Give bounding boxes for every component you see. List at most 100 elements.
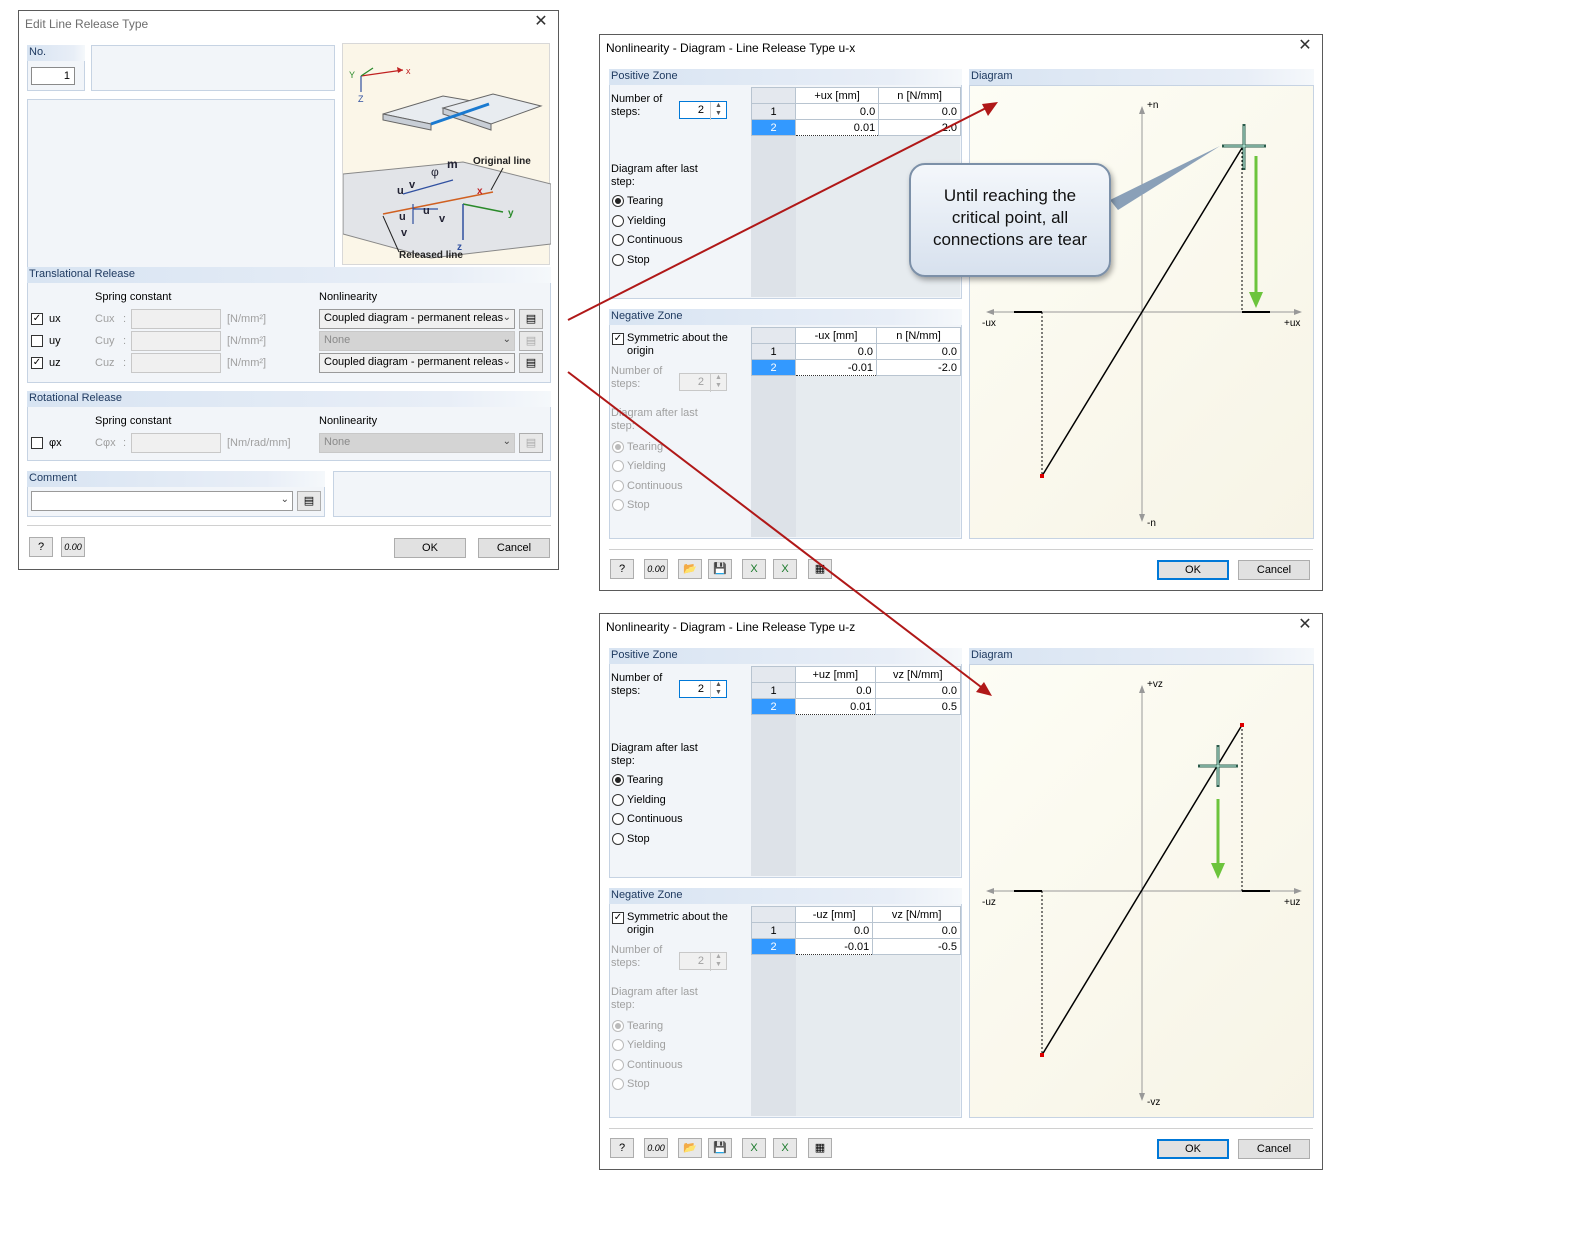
chevron-down-icon: ⌄ bbox=[502, 356, 511, 367]
excel-import-icon[interactable]: X bbox=[773, 1138, 797, 1158]
cux-label: Cux bbox=[95, 313, 115, 325]
units-icon[interactable]: 0.00 bbox=[61, 537, 85, 557]
phix-checkbox[interactable] bbox=[31, 437, 43, 449]
col-header: -ux [mm] bbox=[795, 327, 877, 344]
table-row: 1 0.0 0.0 bbox=[751, 103, 961, 120]
continuous-radio[interactable] bbox=[612, 1059, 624, 1071]
cancel-button[interactable]: Cancel bbox=[1238, 1139, 1310, 1159]
cphix-label: Cφx bbox=[95, 437, 116, 449]
help-icon[interactable]: ? bbox=[610, 559, 634, 579]
yielding-radio[interactable] bbox=[612, 215, 624, 227]
continuous-radio[interactable] bbox=[612, 480, 624, 492]
ok-button[interactable]: OK bbox=[394, 538, 466, 558]
excel-export-icon[interactable]: X bbox=[742, 559, 766, 579]
stop-radio[interactable] bbox=[612, 833, 624, 845]
stop-radio[interactable] bbox=[612, 499, 624, 511]
ok-button[interactable]: OK bbox=[1157, 560, 1229, 580]
cux-unit: [N/mm²] bbox=[227, 313, 267, 325]
close-icon[interactable]: ✕ bbox=[532, 13, 550, 31]
y-axis-label: Y bbox=[349, 70, 355, 80]
edit-diagram-button-disabled[interactable]: ▤ bbox=[519, 433, 543, 453]
tearing-radio[interactable] bbox=[612, 774, 624, 786]
negative-zone-table[interactable]: -uz [mm] vz [N/mm] 1 0.0 0.0 2 -0.01 -0.5 bbox=[751, 906, 961, 955]
comment-field[interactable]: ⌄ bbox=[31, 491, 293, 511]
cancel-button[interactable]: Cancel bbox=[478, 538, 550, 558]
negative-zone-table[interactable]: -ux [mm] n [N/mm] 1 0.0 0.0 2 -0.01 -2.0 bbox=[751, 327, 961, 376]
uy-checkbox[interactable] bbox=[31, 335, 43, 347]
uz-label: uz bbox=[49, 357, 61, 369]
steps-spinner[interactable]: ▲ ▼ bbox=[710, 374, 726, 392]
cuz-field[interactable] bbox=[131, 353, 221, 373]
diagram-title: Diagram bbox=[969, 69, 1314, 85]
uy-label: uy bbox=[49, 335, 61, 347]
help-icon[interactable]: ? bbox=[29, 537, 53, 557]
ok-button[interactable]: OK bbox=[1157, 1139, 1229, 1159]
yielding-radio[interactable] bbox=[612, 1039, 624, 1051]
cux-field[interactable] bbox=[131, 309, 221, 329]
ux-nonlinearity-select[interactable]: Coupled diagram - permanent releas ⌄ bbox=[319, 309, 515, 329]
save-icon[interactable]: 💾 bbox=[708, 1138, 732, 1158]
svg-text:v: v bbox=[439, 213, 446, 225]
symmetric-checkbox[interactable]: ✓ bbox=[612, 912, 624, 924]
after-last-step-label: Diagram after last step: bbox=[611, 742, 698, 767]
continuous-radio[interactable] bbox=[612, 234, 624, 246]
axis-top-label: +vz bbox=[1147, 679, 1163, 690]
close-icon[interactable]: ✕ bbox=[1296, 616, 1314, 634]
steps-spinner[interactable]: ▲ ▼ bbox=[710, 953, 726, 971]
svg-text:v: v bbox=[409, 179, 416, 191]
tearing-radio[interactable] bbox=[612, 1020, 624, 1032]
cuy-field[interactable] bbox=[131, 331, 221, 351]
x-axis-label: x bbox=[406, 66, 411, 76]
comment-library-button[interactable]: ▤ bbox=[297, 491, 321, 511]
steps-spinner[interactable]: ▲ ▼ bbox=[710, 102, 726, 120]
steps-spinner[interactable]: ▲ ▼ bbox=[710, 681, 726, 699]
chevron-down-icon: ⌄ bbox=[502, 334, 511, 345]
continuous-label: Continuous bbox=[627, 480, 683, 492]
calculator-icon[interactable]: ▦ bbox=[808, 559, 832, 579]
yielding-label: Yielding bbox=[627, 460, 666, 472]
col-header: +ux [mm] bbox=[794, 87, 880, 104]
phix-nonlinearity-select[interactable]: None ⌄ bbox=[319, 433, 515, 453]
tearing-radio[interactable] bbox=[612, 441, 624, 453]
positive-zone-table[interactable]: +uz [mm] vz [N/mm] 1 0.0 0.0 2 0.01 0.5 bbox=[751, 666, 961, 715]
name-field[interactable] bbox=[91, 45, 335, 91]
excel-import-icon[interactable]: X bbox=[773, 559, 797, 579]
uy-nonlinearity-select[interactable]: None ⌄ bbox=[319, 331, 515, 351]
ux-label: ux bbox=[49, 313, 61, 325]
calculator-icon[interactable]: ▦ bbox=[808, 1138, 832, 1158]
no-field[interactable]: 1 bbox=[31, 67, 75, 85]
uz-checkbox[interactable]: ✓ bbox=[31, 357, 43, 369]
edit-diagram-button[interactable]: ▤ bbox=[519, 353, 543, 373]
units-icon[interactable]: 0.00 bbox=[644, 559, 668, 579]
stop-radio[interactable] bbox=[612, 254, 624, 266]
released-line-label: Released line bbox=[399, 250, 463, 261]
tearing-radio[interactable] bbox=[612, 195, 624, 207]
yielding-radio[interactable] bbox=[612, 794, 624, 806]
uz-nonlinearity-select[interactable]: Coupled diagram - permanent releas ⌄ bbox=[319, 353, 515, 373]
stop-radio[interactable] bbox=[612, 1078, 624, 1090]
yielding-radio[interactable] bbox=[612, 460, 624, 472]
help-icon[interactable]: ? bbox=[610, 1138, 634, 1158]
phix-label: φx bbox=[49, 437, 62, 449]
continuous-label: Continuous bbox=[627, 813, 683, 825]
open-icon[interactable]: 📂 bbox=[678, 1138, 702, 1158]
excel-export-icon[interactable]: X bbox=[742, 1138, 766, 1158]
rotational-release-title: Rotational Release bbox=[27, 391, 551, 407]
svg-text:u: u bbox=[399, 211, 406, 223]
save-icon[interactable]: 💾 bbox=[708, 559, 732, 579]
close-icon[interactable]: ✕ bbox=[1296, 37, 1314, 55]
continuous-label: Continuous bbox=[627, 234, 683, 246]
ux-checkbox[interactable]: ✓ bbox=[31, 313, 43, 325]
positive-zone-table[interactable]: +ux [mm] n [N/mm] 1 0.0 0.0 2 0.01 2.0 bbox=[751, 87, 961, 136]
stop-label: Stop bbox=[627, 833, 650, 845]
open-icon[interactable]: 📂 bbox=[678, 559, 702, 579]
table-row: 1 0.0 0.0 bbox=[751, 682, 961, 699]
continuous-radio[interactable] bbox=[612, 813, 624, 825]
units-icon[interactable]: 0.00 bbox=[644, 1138, 668, 1158]
symmetric-checkbox[interactable]: ✓ bbox=[612, 333, 624, 345]
edit-diagram-button[interactable]: ▤ bbox=[519, 309, 543, 329]
cphix-field[interactable] bbox=[131, 433, 221, 453]
edit-diagram-button-disabled[interactable]: ▤ bbox=[519, 331, 543, 351]
cancel-button[interactable]: Cancel bbox=[1238, 560, 1310, 580]
after-last-step-label: Diagram after last step: bbox=[611, 407, 698, 432]
